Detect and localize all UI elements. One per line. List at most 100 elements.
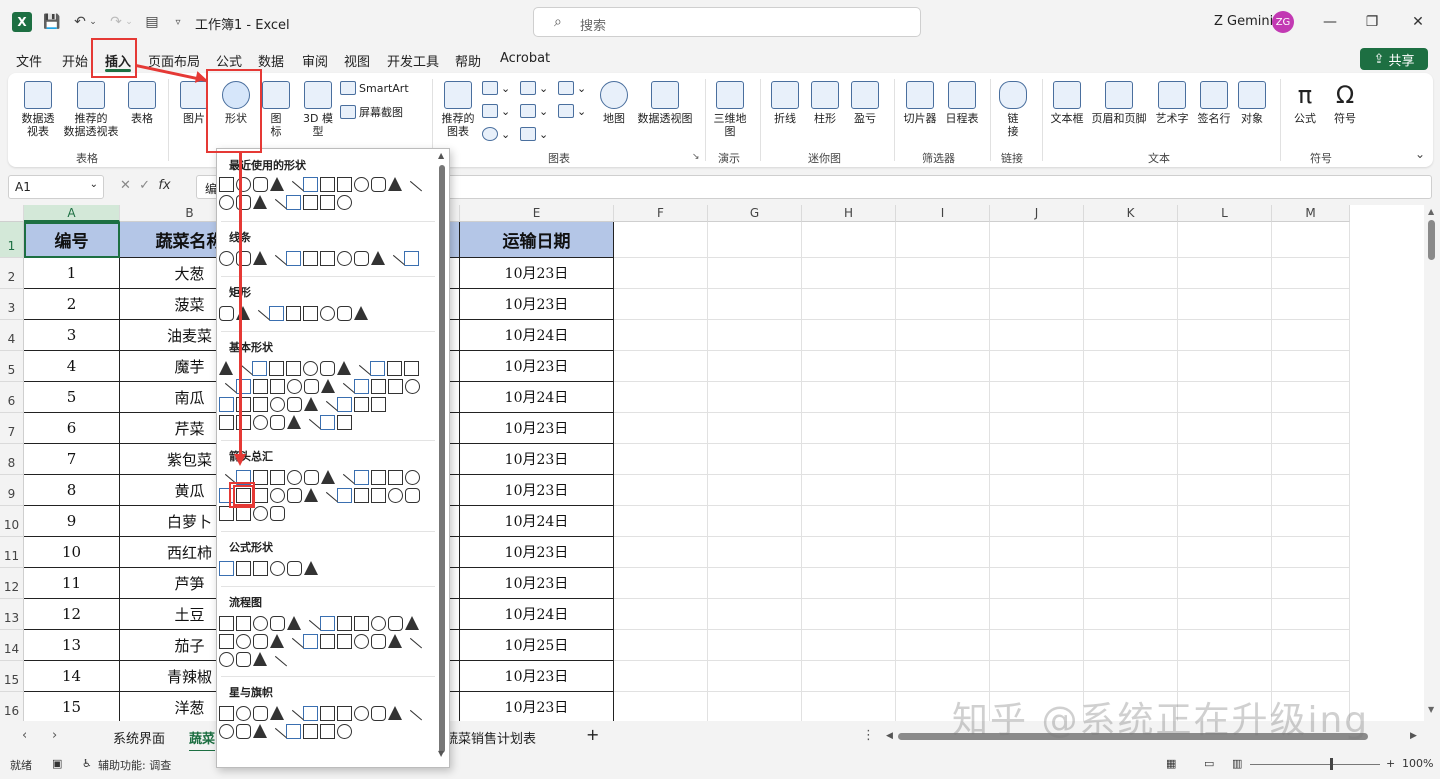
shape-item-icon[interactable] bbox=[286, 361, 301, 376]
cell-g4[interactable] bbox=[708, 320, 802, 351]
shape-item-icon[interactable] bbox=[303, 634, 318, 649]
pivot-chart-button[interactable]: 数据透视图 bbox=[634, 81, 696, 125]
cell-k13[interactable] bbox=[1084, 599, 1178, 630]
shape-item-icon[interactable] bbox=[405, 616, 419, 630]
cell-h9[interactable] bbox=[802, 475, 896, 506]
shape-item-icon[interactable] bbox=[354, 706, 369, 721]
shape-item-icon[interactable] bbox=[265, 727, 288, 750]
cell-i13[interactable] bbox=[896, 599, 990, 630]
cell-l4[interactable] bbox=[1178, 320, 1272, 351]
shape-item-icon[interactable] bbox=[320, 724, 335, 739]
shape-item-icon[interactable] bbox=[321, 379, 335, 393]
shape-item-icon[interactable] bbox=[270, 177, 284, 191]
shape-item-icon[interactable] bbox=[354, 397, 369, 412]
equation-button[interactable]: π 公式 bbox=[1288, 81, 1322, 125]
cell-e8[interactable]: 10月23日 bbox=[460, 444, 614, 475]
select-all-corner[interactable] bbox=[0, 205, 24, 222]
recommended-charts-button[interactable]: 推荐的 图表 bbox=[438, 81, 478, 138]
cell-e13[interactable]: 10月24日 bbox=[460, 599, 614, 630]
cell-f10[interactable] bbox=[614, 506, 708, 537]
cell-e16[interactable]: 10月23日 bbox=[460, 692, 614, 721]
cell-l11[interactable] bbox=[1178, 537, 1272, 568]
shape-item-icon[interactable] bbox=[303, 306, 318, 321]
cell-m9[interactable] bbox=[1272, 475, 1350, 506]
form-icon[interactable]: ▤ bbox=[142, 12, 162, 32]
sheet-next-icon[interactable]: › bbox=[52, 728, 57, 743]
shape-item-icon[interactable] bbox=[354, 177, 369, 192]
tab-home[interactable]: 开始 bbox=[62, 51, 88, 70]
shape-item-icon[interactable] bbox=[371, 470, 386, 485]
shape-item-icon[interactable] bbox=[304, 397, 318, 411]
cell-m1[interactable] bbox=[1272, 222, 1350, 258]
shape-item-icon[interactable] bbox=[354, 379, 369, 394]
cell-g10[interactable] bbox=[708, 506, 802, 537]
cell-a5[interactable]: 4 bbox=[24, 351, 120, 382]
shape-item-icon[interactable] bbox=[253, 652, 267, 666]
shape-item-icon[interactable] bbox=[303, 706, 318, 721]
cell-l5[interactable] bbox=[1178, 351, 1272, 382]
shape-item-icon[interactable] bbox=[253, 397, 268, 412]
shape-item-icon[interactable] bbox=[354, 306, 368, 320]
cell-h13[interactable] bbox=[802, 599, 896, 630]
cell-e7[interactable]: 10月23日 bbox=[460, 413, 614, 444]
redo-dropdown-icon[interactable]: ⌄ bbox=[124, 12, 134, 32]
shape-item-icon[interactable] bbox=[269, 361, 284, 376]
scroll-down-icon[interactable]: ▼ bbox=[438, 749, 444, 758]
screenshot-button[interactable]: 屏幕截图 bbox=[340, 104, 403, 120]
cell-f11[interactable] bbox=[614, 537, 708, 568]
timeline-button[interactable]: 日程表 bbox=[942, 81, 982, 125]
shape-item-icon[interactable] bbox=[320, 634, 335, 649]
shape-item-icon[interactable] bbox=[371, 634, 386, 649]
cell-f4[interactable] bbox=[614, 320, 708, 351]
cell-f6[interactable] bbox=[614, 382, 708, 413]
cell-g3[interactable] bbox=[708, 289, 802, 320]
row-header-7[interactable]: 7 bbox=[0, 413, 24, 444]
shape-item-icon[interactable] bbox=[320, 306, 335, 321]
search-input[interactable]: ⌕ 搜索 bbox=[533, 7, 921, 37]
cell-a13[interactable]: 12 bbox=[24, 599, 120, 630]
row-header-4[interactable]: 4 bbox=[0, 320, 24, 351]
cell-h11[interactable] bbox=[802, 537, 896, 568]
cell-l14[interactable] bbox=[1178, 630, 1272, 661]
cell-i6[interactable] bbox=[896, 382, 990, 413]
shape-item-icon[interactable] bbox=[371, 706, 386, 721]
cell-j5[interactable] bbox=[990, 351, 1084, 382]
cell-i10[interactable] bbox=[896, 506, 990, 537]
shape-item-icon[interactable] bbox=[303, 724, 318, 739]
cell-i8[interactable] bbox=[896, 444, 990, 475]
shape-item-icon[interactable] bbox=[253, 415, 268, 430]
shape-item-icon[interactable] bbox=[253, 561, 268, 576]
sheet-tab-sales-plan[interactable]: 蔬菜销售计划表 bbox=[445, 728, 536, 747]
tab-developer[interactable]: 开发工具 bbox=[387, 51, 439, 70]
cell-g1[interactable] bbox=[708, 222, 802, 258]
shape-item-icon[interactable] bbox=[253, 195, 267, 209]
scroll-up-icon[interactable]: ▲ bbox=[1428, 207, 1434, 216]
cell-m7[interactable] bbox=[1272, 413, 1350, 444]
cell-e15[interactable]: 10月23日 bbox=[460, 661, 614, 692]
shape-item-icon[interactable] bbox=[236, 706, 251, 721]
cell-e1[interactable]: 运输日期 bbox=[460, 222, 614, 258]
cell-e12[interactable]: 10月23日 bbox=[460, 568, 614, 599]
shape-item-icon[interactable] bbox=[321, 470, 335, 484]
shape-item-icon[interactable] bbox=[286, 306, 301, 321]
cell-i9[interactable] bbox=[896, 475, 990, 506]
column-header-l[interactable]: L bbox=[1178, 205, 1272, 222]
tab-formulas[interactable]: 公式 bbox=[216, 51, 242, 70]
cell-j4[interactable] bbox=[990, 320, 1084, 351]
symbol-button[interactable]: Ω 符号 bbox=[1328, 81, 1362, 125]
cell-h6[interactable] bbox=[802, 382, 896, 413]
undo-dropdown-icon[interactable]: ⌄ bbox=[88, 12, 98, 32]
shape-item-icon[interactable] bbox=[383, 254, 406, 277]
cell-f3[interactable] bbox=[614, 289, 708, 320]
shape-item-icon[interactable] bbox=[400, 709, 423, 732]
cell-l1[interactable] bbox=[1178, 222, 1272, 258]
row-header-9[interactable]: 9 bbox=[0, 475, 24, 506]
shape-item-icon[interactable] bbox=[316, 491, 339, 514]
cell-l7[interactable] bbox=[1178, 413, 1272, 444]
scroll-up-icon[interactable]: ▲ bbox=[438, 151, 444, 160]
shape-item-icon[interactable] bbox=[236, 724, 251, 739]
cell-a1[interactable]: 编号 bbox=[24, 222, 120, 258]
shape-item-icon[interactable] bbox=[219, 561, 234, 576]
cell-m15[interactable] bbox=[1272, 661, 1350, 692]
cell-l8[interactable] bbox=[1178, 444, 1272, 475]
